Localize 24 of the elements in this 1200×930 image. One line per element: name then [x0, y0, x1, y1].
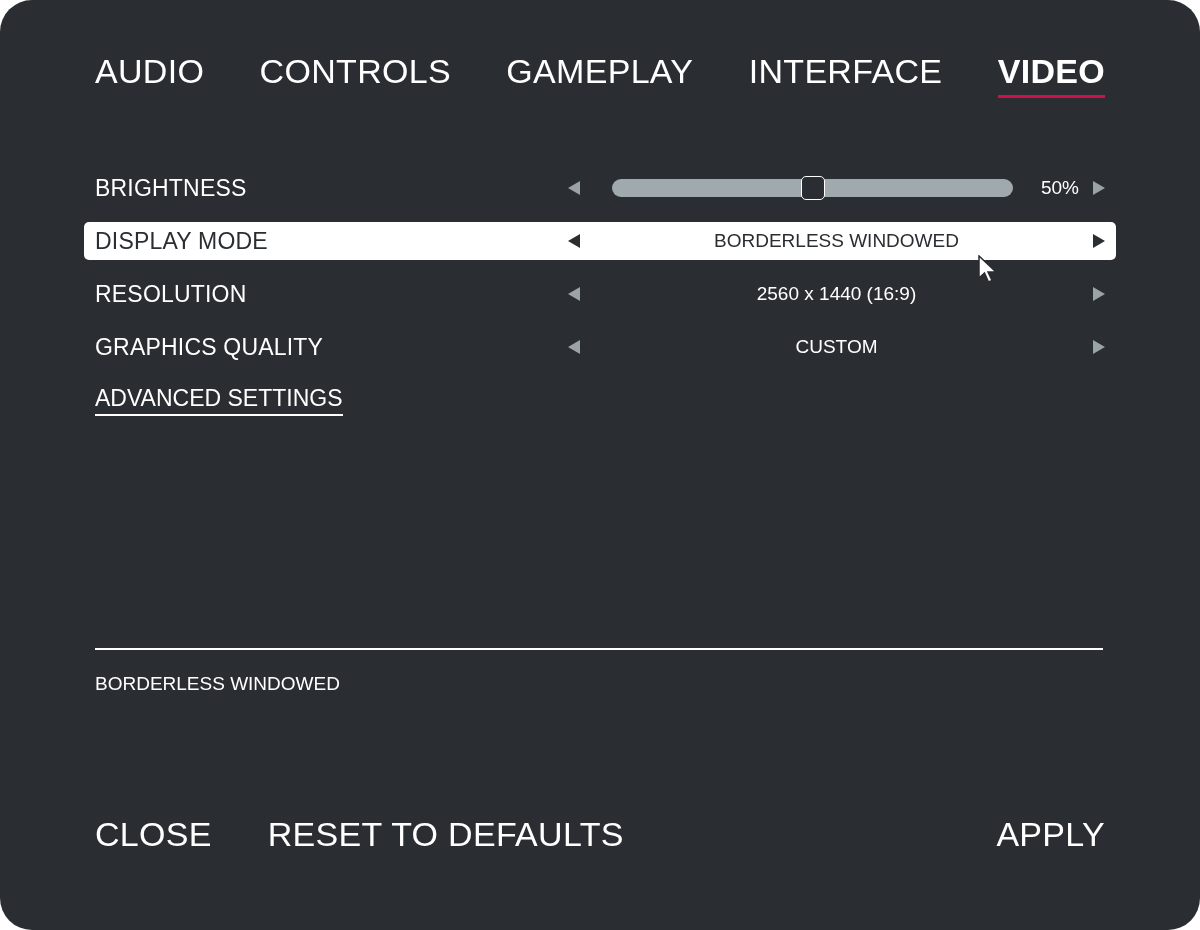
left-arrow-icon[interactable] — [568, 234, 580, 248]
setting-value: BORDERLESS WINDOWED — [713, 230, 960, 252]
footer-button[interactable]: APPLY — [996, 815, 1105, 854]
selected-setting-row[interactable]: DISPLAY MODE BORDERLESS WINDOWED — [84, 222, 1116, 260]
setting-label: BRIGHTNESS — [95, 174, 248, 202]
tab[interactable]: CONTROLS — [259, 52, 451, 98]
slider-value: 50% — [1039, 177, 1079, 199]
tab[interactable]: INTERFACE — [748, 52, 943, 98]
setting-label: GRAPHICS QUALITY — [95, 333, 325, 361]
tab[interactable]: AUDIO — [95, 52, 205, 98]
setting-value: 2560 x 1440 (16:9) — [755, 283, 918, 305]
setting-label: RESOLUTION — [95, 280, 248, 308]
setting-description: BORDERLESS WINDOWED — [95, 673, 341, 695]
footer-button[interactable]: RESET TO DEFAULTS — [267, 815, 624, 854]
setting-value: CUSTOM — [794, 336, 879, 358]
slider-track[interactable] — [612, 176, 1013, 200]
tab[interactable]: GAMEPLAY — [506, 52, 694, 98]
slider-thumb[interactable] — [800, 176, 825, 200]
footer-button[interactable]: CLOSE — [95, 815, 212, 854]
setting-row[interactable]: BRIGHTNESS 50% — [84, 169, 1116, 207]
tab[interactable]: VIDEO — [997, 52, 1105, 98]
advanced-settings-link[interactable]: ADVANCED SETTINGS — [95, 385, 343, 416]
setting-label: DISPLAY MODE — [95, 227, 269, 255]
right-arrow-icon[interactable] — [1093, 234, 1105, 248]
